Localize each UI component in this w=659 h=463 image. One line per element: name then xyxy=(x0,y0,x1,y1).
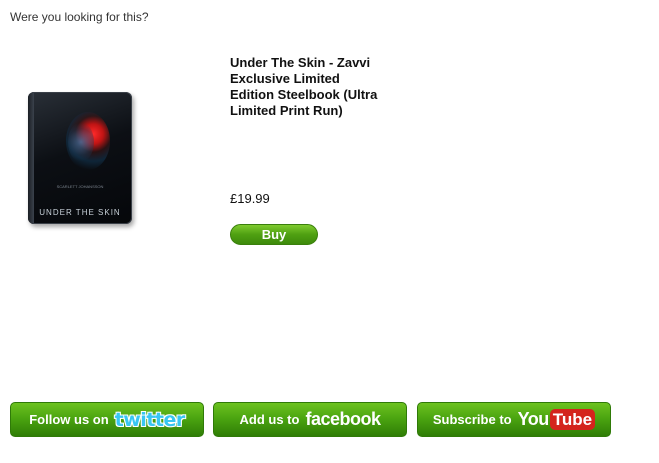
subscribe-youtube-button[interactable]: Subscribe to You Tube xyxy=(417,402,611,437)
recommendation-page: Were you looking for this? SCARLETT JOHA… xyxy=(0,0,659,463)
recommendation-heading: Were you looking for this? xyxy=(10,10,149,24)
cover-face-highlight xyxy=(68,122,94,162)
product-title-link[interactable]: Under The Skin - Zavvi Exclusive Limited… xyxy=(230,55,380,119)
youtube-logo-tube: Tube xyxy=(549,409,596,430)
cover-title-text: UNDER THE SKIN xyxy=(39,208,121,217)
cover-credit-text: SCARLETT JOHANSSON xyxy=(56,184,104,189)
product-image[interactable]: SCARLETT JOHANSSON UNDER THE SKIN xyxy=(28,92,132,224)
facebook-button-label: Add us to xyxy=(239,412,300,427)
facebook-logo-icon: facebook xyxy=(305,409,381,429)
youtube-logo-you: You xyxy=(517,409,550,429)
youtube-button-label: Subscribe to xyxy=(432,412,512,427)
follow-twitter-button[interactable]: Follow us on twitter xyxy=(10,402,204,437)
youtube-logo-icon: You Tube xyxy=(518,409,596,430)
product-price: £19.99 xyxy=(230,191,270,206)
add-facebook-button[interactable]: Add us to facebook xyxy=(213,402,407,437)
steelbook-spine xyxy=(28,92,34,224)
twitter-logo-icon: twitter xyxy=(114,408,186,431)
buy-button[interactable]: Buy xyxy=(230,224,318,245)
twitter-button-label: Follow us on xyxy=(29,412,109,427)
